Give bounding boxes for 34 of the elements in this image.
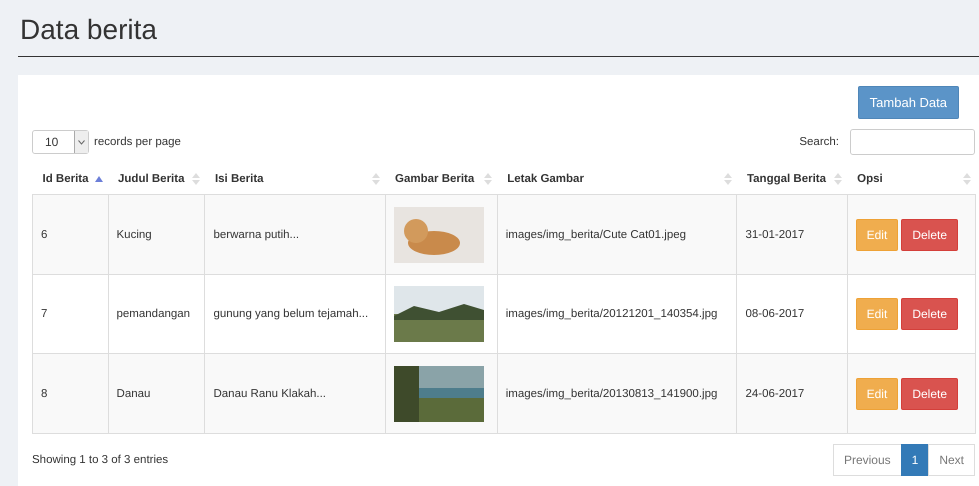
column-header[interactable]: Opsi [847,165,976,195]
add-data-button[interactable]: Tambah Data [858,86,959,120]
table-cell: 8 [32,354,108,434]
table-cell: 08-06-2017 [736,274,848,354]
page-number-button[interactable]: 1 [900,444,930,476]
column-header[interactable]: Tanggal Berita [736,165,848,195]
table-cell: images/img_berita/20130813_141900.jpg [497,354,737,434]
column-header[interactable]: Letak Gambar [497,165,737,195]
column-header[interactable]: Isi Berita [204,165,386,195]
chevron-down-icon [78,140,85,145]
records-select[interactable]: 10 [32,130,89,154]
table-cell: images/img_berita/20121201_140354.jpg [497,274,737,354]
table-cell: Danau [108,354,205,434]
table-cell: gunung yang belum tejamah... [204,274,386,354]
table-cell: pemandangan [108,274,205,354]
delete-button[interactable]: Delete [901,298,958,330]
delete-button[interactable]: Delete [901,218,958,251]
table-cell: 7 [32,274,108,354]
entries-info: Showing 1 to 3 of 3 entries [32,454,168,466]
column-header[interactable]: Judul Berita [108,165,205,195]
table-cell: 31-01-2017 [736,194,848,275]
table-cell: berwarna putih... [204,194,386,275]
table-cell: Danau Ranu Klakah... [204,354,386,434]
search-label: Search: [799,136,839,148]
table-cell: 24-06-2017 [736,354,848,434]
column-header[interactable]: Id Berita [32,165,108,195]
search-field[interactable] [850,129,975,156]
table-cell: images/img_berita/Cute Cat01.jpeg [497,194,737,275]
records-label: records per page [94,136,181,148]
page-title: Data berita [18,0,979,58]
delete-button[interactable]: Delete [901,378,958,410]
table-cell: Kucing [108,194,205,275]
column-header[interactable]: Gambar Berita [385,165,498,195]
table-cell: 6 [32,194,108,275]
